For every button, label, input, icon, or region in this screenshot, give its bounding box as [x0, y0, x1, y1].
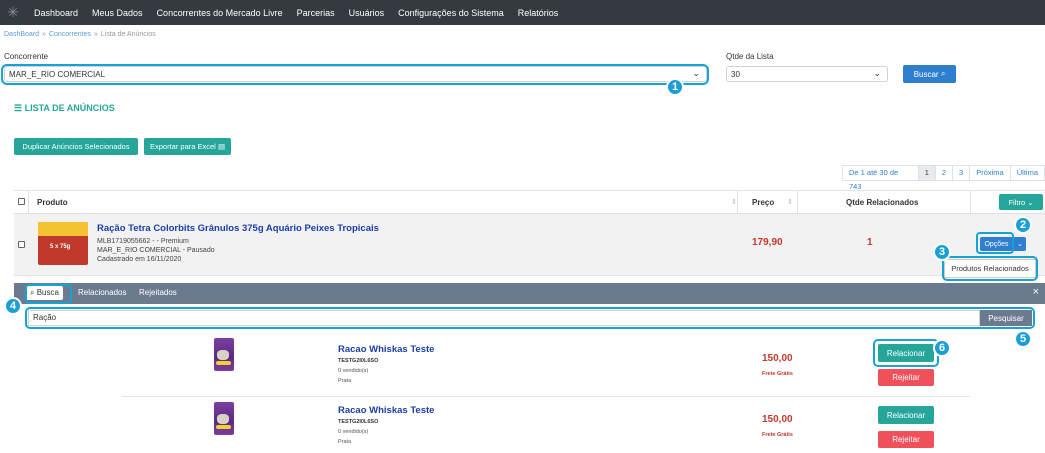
page-next[interactable]: Próxima [970, 166, 1011, 180]
filter-button[interactable]: Filtro ⌄ [999, 194, 1043, 210]
listing-created: Cadastrado em 16/11/2020 [97, 256, 182, 263]
product-thumbnail-label: 5 x 75g [50, 244, 71, 250]
duplicate-listings-button[interactable]: Duplicar Anúncios Selecionados [14, 138, 138, 155]
result-thumbnail[interactable] [214, 338, 234, 371]
callout-badge-5: 5 [1014, 330, 1032, 348]
column-price[interactable]: Preço [752, 198, 774, 207]
options-dropdown-toggle[interactable]: ⌄ [1014, 237, 1026, 251]
list-icon: ☰ [14, 103, 23, 113]
page-2[interactable]: 2 [936, 166, 954, 180]
result-thumbnail-brand [216, 425, 231, 429]
list-size-label: Qtde da Lista [726, 52, 774, 61]
nav-relatorios[interactable]: Relatórios [518, 8, 559, 18]
breadcrumb: DashBoard» Concorrentes» Lista de Anúncios [4, 31, 156, 38]
list-size-select-value: 30 [731, 69, 740, 79]
result-price: 150,00 [762, 353, 793, 364]
nav-usuarios[interactable]: Usuários [349, 8, 385, 18]
callout-badge-3: 3 [933, 243, 951, 261]
result-price: 150,00 [762, 414, 793, 425]
page-1[interactable]: 1 [918, 166, 936, 180]
table-row: 5 x 75g Ração Tetra Colorbits Grânulos 3… [14, 214, 1045, 276]
callout-highlight-options [976, 232, 1014, 254]
callout-badge-4: 4 [4, 297, 22, 315]
breadcrumb-separator: » [42, 31, 46, 38]
select-all-checkbox[interactable] [18, 198, 25, 205]
result-thumbnail-cat [217, 414, 229, 424]
rejeitar-button[interactable]: Rejeitar [878, 369, 934, 386]
result-shipping: Frete Grátis [762, 371, 793, 377]
result-thumbnail[interactable] [214, 402, 234, 435]
result-tier: Prata [338, 439, 352, 445]
table-header: Produto ⇕ Preço ⇕ Qtde Relacionados Filt… [14, 190, 1045, 214]
list-size-select[interactable]: 30 ⌄ [726, 66, 888, 82]
breadcrumb-separator: » [93, 31, 98, 38]
excel-icon: ▤ [217, 142, 226, 151]
result-sku: TESTG2I0L6SO [338, 419, 379, 425]
sort-icon[interactable]: ⇕ [787, 198, 793, 206]
column-related[interactable]: Qtde Relacionados [846, 198, 918, 207]
relacionar-button[interactable]: Relacionar [878, 406, 934, 424]
pagination-range: De 1 até 30 de 743 [843, 166, 919, 191]
result-sold: 0 vendido(s) [338, 429, 369, 435]
callout-highlight-search [25, 307, 1035, 329]
listing-seller-status: MAR_E_RIO COMERCIAL - Pausado [97, 247, 215, 254]
tab-relacionados[interactable]: Relacionados [78, 288, 126, 297]
result-thumbnail-cat [217, 350, 229, 360]
product-thumbnail[interactable]: 5 x 75g [38, 222, 88, 265]
result-name[interactable]: Racao Whiskas Teste [338, 405, 434, 416]
filter-button-label: Filtro [1008, 197, 1026, 207]
callout-badge-6: 6 [933, 339, 951, 357]
result-thumbnail-brand [216, 361, 231, 365]
top-navbar: ✳ Dashboard Meus Dados Concorrentes do M… [0, 0, 1045, 25]
section-title-text: LISTA DE ANÚNCIOS [24, 103, 115, 113]
product-thumbnail-band [38, 222, 88, 236]
nav-parcerias[interactable]: Parcerias [297, 8, 335, 18]
callout-badge-2: 2 [1014, 216, 1032, 234]
export-excel-label: Exportar para Excel [149, 142, 216, 151]
callout-highlight-relacionar [873, 339, 939, 367]
search-button[interactable]: Buscar ⌕ [903, 65, 956, 83]
chevron-down-icon: ⌄ [1017, 241, 1023, 248]
rejeitar-button[interactable]: Rejeitar [878, 431, 934, 448]
nav-dashboard[interactable]: Dashboard [34, 8, 78, 18]
breadcrumb-section[interactable]: Concorrentes [49, 31, 91, 38]
page-last[interactable]: Última [1011, 166, 1044, 180]
pagination: De 1 até 30 de 743 1 2 3 Próxima Última [842, 165, 1045, 191]
breadcrumb-current: Lista de Anúncios [100, 31, 156, 38]
search-button-label: Buscar [913, 69, 939, 79]
result-sku: TESTG2I0L6SO [338, 358, 379, 364]
callout-highlight-related-products [942, 256, 1038, 281]
nav-meus-dados[interactable]: Meus Dados [92, 8, 143, 18]
listing-price: 179,90 [752, 237, 783, 248]
result-shipping: Frete Grátis [762, 432, 793, 438]
result-sold: 0 vendido(s) [338, 368, 369, 374]
callout-highlight-competitor [1, 64, 709, 85]
app-logo-icon[interactable]: ✳ [2, 2, 24, 24]
listing-title[interactable]: Ração Tetra Colorbits Grânulos 375g Aquá… [97, 223, 379, 234]
close-icon[interactable]: × [1033, 286, 1039, 298]
listing-related-count: 1 [867, 237, 873, 248]
nav-concorrentes[interactable]: Concorrentes do Mercado Livre [157, 8, 283, 18]
column-product[interactable]: Produto [37, 198, 68, 207]
section-title: ☰ LISTA DE ANÚNCIOS [14, 103, 115, 114]
result-divider [122, 396, 970, 397]
result-tier: Prata [338, 378, 352, 384]
listing-sku: MLB1719055662 - - Premium [97, 238, 189, 245]
related-panel-header: ⌕ Busca Relacionados Rejeitados × [14, 283, 1045, 304]
result-name[interactable]: Racao Whiskas Teste [338, 344, 434, 355]
breadcrumb-home[interactable]: DashBoard [4, 31, 39, 38]
search-icon: ⌕ [940, 69, 946, 78]
chevron-down-icon: ⌄ [1027, 197, 1034, 207]
row-checkbox[interactable] [18, 241, 25, 248]
page-3[interactable]: 3 [953, 166, 971, 180]
callout-highlight-busca-tab [25, 284, 72, 304]
competitor-label: Concorrente [4, 52, 49, 61]
chevron-down-icon: ⌄ [873, 68, 881, 78]
export-excel-button[interactable]: Exportar para Excel ▤ [144, 138, 231, 155]
nav-configuracoes[interactable]: Configurações do Sistema [398, 8, 504, 18]
callout-badge-1: 1 [666, 78, 684, 96]
sort-icon[interactable]: ⇕ [731, 198, 737, 206]
tab-rejeitados[interactable]: Rejeitados [139, 288, 177, 297]
